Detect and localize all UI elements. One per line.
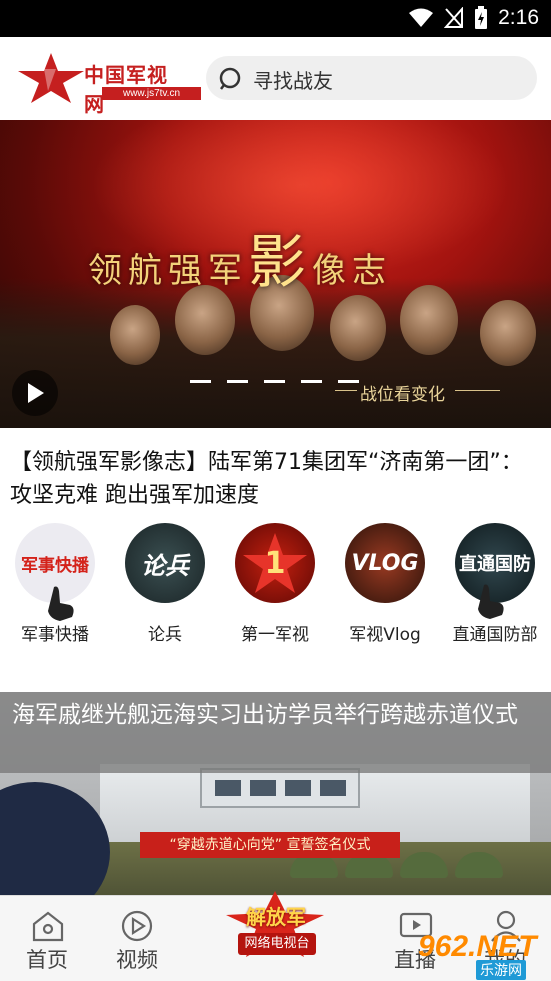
- app-header: 中国军视网 www.js7tv.cn 寻找战友: [0, 37, 551, 120]
- no-signal-icon: [444, 7, 464, 28]
- status-icons: 2:16: [408, 6, 539, 30]
- news-caption: 海军戚继光舰远海实习出访学员举行跨越赤道仪式: [0, 692, 551, 773]
- watermark-text: 962.NET: [418, 930, 537, 963]
- banner-figure: [400, 285, 458, 355]
- carousel-dot[interactable]: [338, 380, 359, 383]
- category-icon: VLOG: [345, 523, 425, 603]
- ship-window: [285, 780, 311, 796]
- category-icon: 1: [235, 523, 315, 603]
- category-label: 第一军视: [241, 625, 309, 645]
- carousel-dot[interactable]: [190, 380, 211, 383]
- category-label: 论兵: [148, 625, 182, 645]
- app-root: 2:16 中国军视网 www.js7tv.cn 寻找战友 领航强军影像志 战位看…: [0, 0, 551, 981]
- status-bar: 2:16: [0, 0, 551, 37]
- tap-hand-icon: [48, 586, 74, 621]
- category-diyi-junshi[interactable]: 1 第一军视: [220, 523, 330, 653]
- banner-figure: [480, 300, 536, 366]
- tap-hand-icon: [478, 584, 504, 619]
- category-military-news[interactable]: 军事快播 军事快播: [0, 523, 110, 653]
- center-subtitle: 网络电视台: [238, 933, 316, 955]
- category-mod-direct[interactable]: 直通国防 直通国防部: [440, 523, 550, 653]
- nav-label: 视频: [116, 948, 158, 972]
- category-label: 军事快播: [21, 625, 89, 645]
- logo-url: www.js7tv.cn: [102, 87, 201, 100]
- featured-headline[interactable]: 【领航强军影像志】陆军第71集团军“济南第一团”：攻坚克难 跑出强军加速度: [10, 446, 530, 512]
- app-logo[interactable]: 中国军视网 www.js7tv.cn: [16, 51, 201, 116]
- news-card[interactable]: 海军戚继光舰远海实习出访学员举行跨越赤道仪式: [0, 692, 551, 895]
- ceremony-banner-text: “穿越赤道心向党” 宣誓签名仪式: [140, 832, 400, 858]
- wifi-icon: [409, 8, 434, 27]
- play-button[interactable]: [12, 370, 58, 416]
- banner-title-big: 影: [248, 228, 313, 296]
- category-label: 直通国防部: [452, 625, 538, 645]
- ship-window: [215, 780, 241, 796]
- sailor-figure: [0, 782, 110, 895]
- banner-sub-line: [455, 390, 500, 391]
- video-play-icon: [121, 910, 153, 942]
- carousel-indicators: [190, 380, 359, 383]
- battery-charging-icon: [475, 6, 488, 29]
- search-input[interactable]: 寻找战友: [206, 56, 537, 100]
- banner-figure: [110, 305, 160, 365]
- nav-pla-tv[interactable]: 解放军 网络电视台: [220, 891, 330, 975]
- banner-sub-line: [335, 390, 357, 391]
- carousel-dot[interactable]: [264, 380, 285, 383]
- category-badge: 1: [264, 545, 286, 581]
- watermark: 962.NET 乐游网: [418, 930, 548, 980]
- search-icon: [219, 67, 241, 90]
- banner-figure: [330, 295, 386, 361]
- category-badge: 论兵: [141, 551, 189, 580]
- carousel-dot[interactable]: [301, 380, 322, 383]
- category-lunbing[interactable]: 论兵 论兵: [110, 523, 220, 653]
- center-title: 解放军: [246, 905, 306, 929]
- banner-title-part1: 领航强军: [88, 251, 248, 291]
- star-logo-icon: [18, 53, 84, 103]
- category-badge: VLOG: [351, 550, 419, 576]
- status-time: 2:16: [498, 6, 539, 29]
- search-placeholder: 寻找战友: [253, 69, 333, 93]
- category-icon: 论兵: [125, 523, 205, 603]
- category-vlog[interactable]: VLOG 军视Vlog: [330, 523, 440, 653]
- carousel-dot[interactable]: [227, 380, 248, 383]
- watermark-subtext: 乐游网: [476, 960, 526, 980]
- banner-subtitle: 战位看变化: [360, 385, 445, 405]
- ship-window: [320, 780, 346, 796]
- play-icon: [28, 383, 44, 403]
- ship-window: [250, 780, 276, 796]
- nav-video[interactable]: 视频: [92, 896, 182, 981]
- banner-title: 领航强军影像志: [88, 215, 392, 299]
- hero-banner[interactable]: 领航强军影像志 战位看变化: [0, 120, 551, 428]
- home-icon: [32, 911, 64, 942]
- banner-title-part2: 像志: [312, 251, 393, 291]
- category-label: 军视Vlog: [349, 625, 421, 645]
- nav-home[interactable]: 首页: [2, 896, 92, 981]
- nav-label: 首页: [26, 948, 68, 972]
